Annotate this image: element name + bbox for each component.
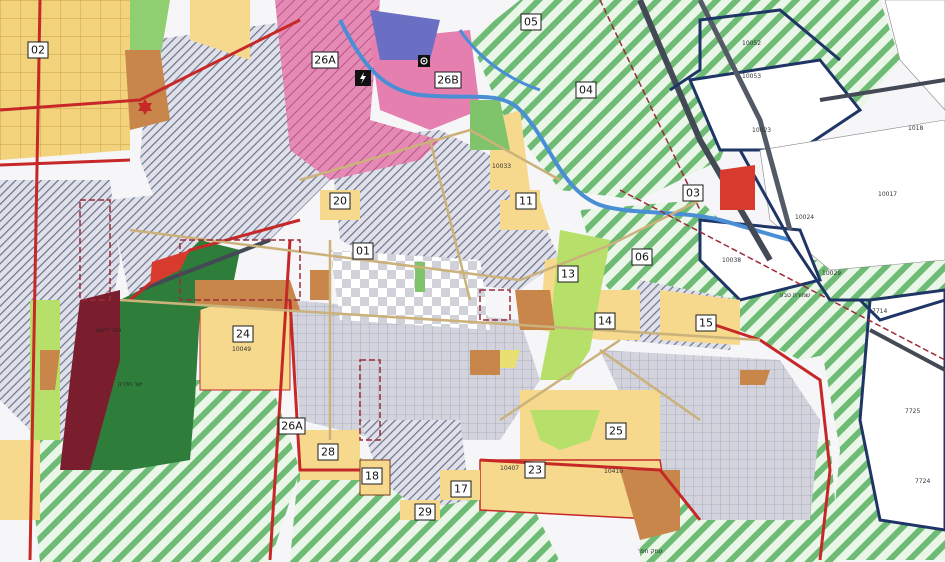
svg-text:03: 03	[686, 187, 700, 200]
parcel-number: 10407	[500, 465, 519, 472]
zone-label-24: 24	[232, 325, 254, 343]
svg-text:28: 28	[321, 446, 335, 459]
zone-label-17: 17	[450, 480, 472, 498]
parcel-number: 10029	[822, 270, 841, 277]
svg-text:17: 17	[454, 483, 468, 496]
svg-text:26A: 26A	[281, 420, 303, 433]
zone-label-28: 28	[317, 443, 339, 461]
svg-text:13: 13	[561, 268, 575, 281]
svg-text:20: 20	[333, 195, 347, 208]
power-station-icon	[355, 70, 371, 86]
svg-text:26A: 26A	[314, 54, 336, 67]
parcel-number: 7714	[872, 308, 887, 315]
zone-label-20: 20	[329, 192, 351, 210]
parcel-number: 10024	[795, 214, 814, 221]
zone-label-14: 14	[594, 312, 616, 330]
zone-label-05: 05	[520, 13, 542, 31]
svg-text:15: 15	[699, 317, 713, 330]
parcel-number: 10033	[492, 163, 511, 170]
parcel-number: 7725	[905, 408, 920, 415]
svg-text:02: 02	[31, 44, 45, 57]
svg-text:29: 29	[418, 506, 432, 519]
zone-label-25: 25	[605, 422, 627, 440]
svg-text:25: 25	[609, 425, 623, 438]
zone-label-13: 13	[557, 265, 579, 283]
svg-text:11: 11	[519, 195, 533, 208]
svg-text:04: 04	[579, 84, 593, 97]
target-icon	[418, 55, 430, 67]
zone-label-29: 29	[414, 503, 436, 521]
svg-text:06: 06	[635, 251, 649, 264]
zoning-map[interactable]: 02 26A 26B 05 04 03 06 20 11 01 13 14 15 24 25 26A 28 18 1…	[0, 0, 945, 562]
zone-label-26A: 26A	[278, 417, 306, 435]
place-label: יער חדרה	[118, 381, 143, 388]
zone-label-04: 04	[575, 81, 597, 99]
map-canvas[interactable]: 02 26A 26B 05 04 03 06 20 11 01 13 14 15 24 25 26A 28 18 1…	[0, 0, 945, 562]
zone-label-01: 01	[352, 242, 374, 260]
zone-label-11: 11	[515, 192, 537, 210]
zone-label-15: 15	[695, 314, 717, 332]
parcel-number: 10017	[878, 191, 897, 198]
parcel-number: 10052	[742, 40, 761, 47]
parcel-number: 1018	[908, 125, 923, 132]
zone-label-18: 18	[361, 467, 383, 485]
place-label: כפר לישוב	[95, 327, 121, 334]
zone-label-23: 23	[524, 461, 546, 479]
zone-label-06: 06	[631, 248, 653, 266]
place-label: שמורת טבע	[780, 292, 810, 299]
zone-label-26A: 26A	[311, 51, 339, 69]
svg-text:23: 23	[528, 464, 542, 477]
place-label: עמק חפר	[637, 548, 662, 555]
parcel-number: 7724	[915, 478, 930, 485]
svg-text:14: 14	[598, 315, 612, 328]
svg-text:18: 18	[365, 470, 379, 483]
svg-text:26B: 26B	[437, 74, 459, 87]
svg-text:05: 05	[524, 16, 538, 29]
zone-label-26B: 26B	[434, 71, 462, 89]
industrial-parcel	[720, 165, 755, 210]
parcel-number: 10410	[604, 468, 623, 475]
parcel-number: 10049	[232, 346, 251, 353]
parcel-number: 10023	[752, 127, 771, 134]
parcel-number: 10038	[722, 257, 741, 264]
svg-text:01: 01	[356, 245, 370, 258]
zone-label-03: 03	[682, 184, 704, 202]
svg-text:24: 24	[236, 328, 250, 341]
zone-label-02: 02	[27, 41, 49, 59]
parcel-number: 10053	[742, 73, 761, 80]
